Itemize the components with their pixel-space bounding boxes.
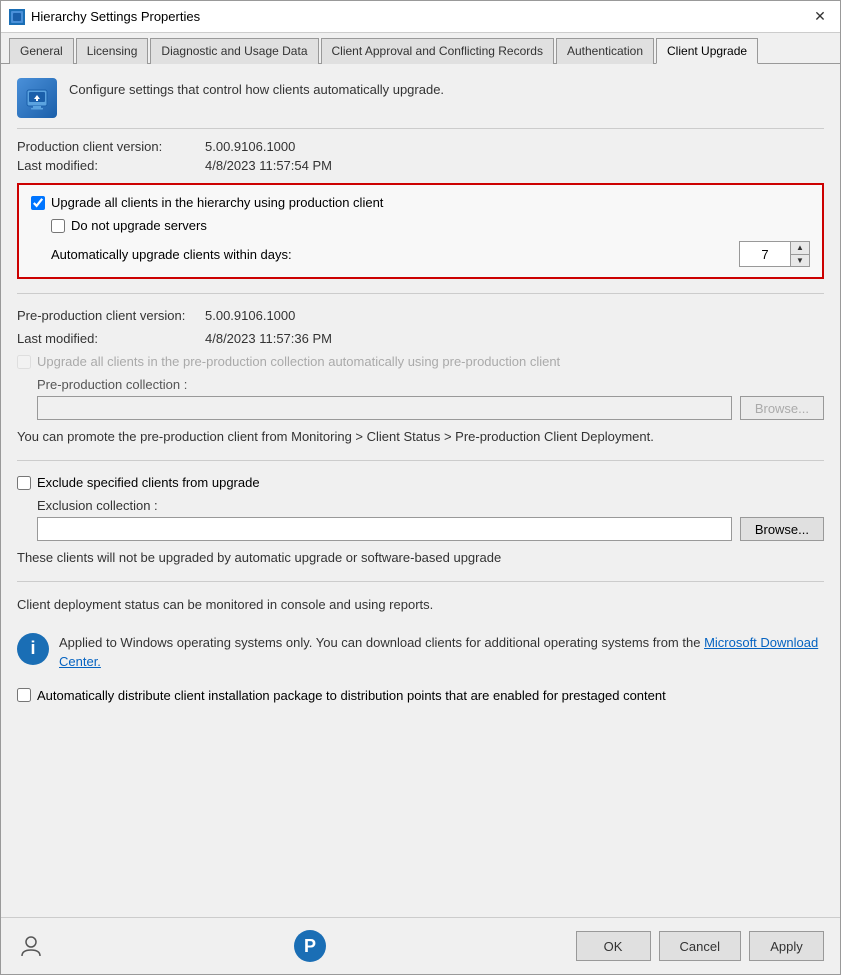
production-version-label: Production client version: bbox=[17, 139, 197, 154]
tab-bar: General Licensing Diagnostic and Usage D… bbox=[1, 33, 840, 64]
preproduction-collection-input[interactable] bbox=[37, 396, 732, 420]
tab-licensing[interactable]: Licensing bbox=[76, 38, 149, 64]
upgrade-all-checkbox[interactable] bbox=[31, 196, 45, 210]
preproduction-version-row: Pre-production client version: 5.00.9106… bbox=[17, 308, 824, 323]
cancel-button[interactable]: Cancel bbox=[659, 931, 741, 961]
divider-2 bbox=[17, 460, 824, 461]
preproduction-version-value: 5.00.9106.1000 bbox=[205, 308, 295, 323]
preproduction-modified-value: 4/8/2023 11:57:36 PM bbox=[205, 331, 332, 346]
production-info: Production client version: 5.00.9106.100… bbox=[17, 139, 824, 173]
tab-diagnostic[interactable]: Diagnostic and Usage Data bbox=[150, 38, 318, 64]
svg-text:P: P bbox=[304, 936, 316, 956]
apply-button[interactable]: Apply bbox=[749, 931, 824, 961]
divider-3 bbox=[17, 581, 824, 582]
auto-distribute-row: Automatically distribute client installa… bbox=[17, 688, 824, 703]
preproduction-collection-section: Pre-production collection : Browse... bbox=[37, 377, 824, 420]
do-not-upgrade-label[interactable]: Do not upgrade servers bbox=[71, 218, 207, 233]
exclusion-section: Exclude specified clients from upgrade E… bbox=[17, 475, 824, 567]
main-window: Hierarchy Settings Properties ✕ General … bbox=[0, 0, 841, 975]
upgrade-all-label[interactable]: Upgrade all clients in the hierarchy usi… bbox=[51, 195, 383, 210]
auto-distribute-label[interactable]: Automatically distribute client installa… bbox=[37, 688, 666, 703]
auto-upgrade-days-row: Automatically upgrade clients within day… bbox=[51, 241, 810, 267]
spinner-buttons: ▲ ▼ bbox=[790, 242, 809, 266]
logo-icon: P bbox=[292, 928, 328, 964]
spinner-down-button[interactable]: ▼ bbox=[791, 254, 809, 266]
window-title: Hierarchy Settings Properties bbox=[31, 9, 200, 24]
production-modified-value: 4/8/2023 11:57:54 PM bbox=[205, 158, 332, 173]
exclude-clients-label[interactable]: Exclude specified clients from upgrade bbox=[37, 475, 260, 490]
production-version-row: Production client version: 5.00.9106.100… bbox=[17, 139, 824, 154]
exclusion-browse-button[interactable]: Browse... bbox=[740, 517, 824, 541]
spinner-up-button[interactable]: ▲ bbox=[791, 242, 809, 254]
upgrade-all-row: Upgrade all clients in the hierarchy usi… bbox=[31, 195, 810, 210]
preproduction-modified-label: Last modified: bbox=[17, 331, 197, 346]
tab-authentication[interactable]: Authentication bbox=[556, 38, 654, 64]
production-modified-label: Last modified: bbox=[17, 158, 197, 173]
close-button[interactable]: ✕ bbox=[808, 7, 832, 27]
tab-general[interactable]: General bbox=[9, 38, 74, 64]
auto-distribute-checkbox[interactable] bbox=[17, 688, 31, 702]
footer-center: P bbox=[45, 928, 576, 964]
days-input[interactable]: 7 bbox=[740, 242, 790, 266]
preproduction-collection-label: Pre-production collection : bbox=[37, 377, 824, 392]
info-text-part1: Applied to Windows operating systems onl… bbox=[59, 635, 704, 650]
header-description: Configure settings that control how clie… bbox=[69, 78, 444, 97]
preproduction-upgrade-label[interactable]: Upgrade all clients in the pre-productio… bbox=[37, 354, 560, 369]
footer: P OK Cancel Apply bbox=[1, 917, 840, 974]
info-box: i Applied to Windows operating systems o… bbox=[17, 625, 824, 680]
ok-button[interactable]: OK bbox=[576, 931, 651, 961]
exclusion-collection-label: Exclusion collection : bbox=[37, 498, 824, 513]
exclusion-hint: These clients will not be upgraded by au… bbox=[17, 549, 824, 567]
footer-left bbox=[17, 932, 45, 960]
preproduction-version-label: Pre-production client version: bbox=[17, 308, 197, 323]
info-icon: i bbox=[17, 633, 49, 665]
upgrade-icon bbox=[17, 78, 57, 118]
preproduction-collection-row: Browse... bbox=[37, 396, 824, 420]
tab-client-upgrade[interactable]: Client Upgrade bbox=[656, 38, 758, 64]
footer-buttons: OK Cancel Apply bbox=[576, 931, 824, 961]
preproduction-section: Pre-production client version: 5.00.9106… bbox=[17, 308, 824, 446]
exclusion-collection-input[interactable] bbox=[37, 517, 732, 541]
upgrade-icon-inner bbox=[17, 78, 57, 118]
exclusion-collection-row: Browse... bbox=[37, 517, 824, 541]
title-bar-left: Hierarchy Settings Properties bbox=[9, 9, 200, 25]
do-not-upgrade-checkbox[interactable] bbox=[51, 219, 65, 233]
production-modified-row: Last modified: 4/8/2023 11:57:54 PM bbox=[17, 158, 824, 173]
info-box-text: Applied to Windows operating systems onl… bbox=[59, 633, 824, 672]
exclusion-collection-section: Exclusion collection : Browse... bbox=[37, 498, 824, 541]
info-symbol: i bbox=[30, 638, 35, 659]
do-not-upgrade-row: Do not upgrade servers bbox=[51, 218, 810, 233]
preproduction-modified-row: Last modified: 4/8/2023 11:57:36 PM bbox=[17, 331, 824, 346]
preproduction-browse-button[interactable]: Browse... bbox=[740, 396, 824, 420]
deployment-status-hint: Client deployment status can be monitore… bbox=[17, 596, 824, 614]
preproduction-upgrade-checkbox[interactable] bbox=[17, 355, 31, 369]
exclude-clients-row: Exclude specified clients from upgrade bbox=[17, 475, 824, 490]
preproduction-hint: You can promote the pre-production clien… bbox=[17, 428, 824, 446]
auto-upgrade-days-label: Automatically upgrade clients within day… bbox=[51, 247, 292, 262]
spacer bbox=[17, 713, 824, 903]
upgrade-section: Upgrade all clients in the hierarchy usi… bbox=[17, 183, 824, 279]
deployment-section: Client deployment status can be monitore… bbox=[17, 596, 824, 702]
production-version-value: 5.00.9106.1000 bbox=[205, 139, 295, 154]
days-spinner: 7 ▲ ▼ bbox=[739, 241, 810, 267]
footer-user-icon bbox=[17, 932, 45, 960]
divider-1 bbox=[17, 293, 824, 294]
main-content: Configure settings that control how clie… bbox=[1, 64, 840, 917]
preproduction-upgrade-row: Upgrade all clients in the pre-productio… bbox=[17, 354, 824, 369]
window-icon bbox=[9, 9, 25, 25]
tab-client-approval[interactable]: Client Approval and Conflicting Records bbox=[321, 38, 554, 64]
header-info: Configure settings that control how clie… bbox=[17, 78, 824, 129]
title-bar: Hierarchy Settings Properties ✕ bbox=[1, 1, 840, 33]
exclude-clients-checkbox[interactable] bbox=[17, 476, 31, 490]
